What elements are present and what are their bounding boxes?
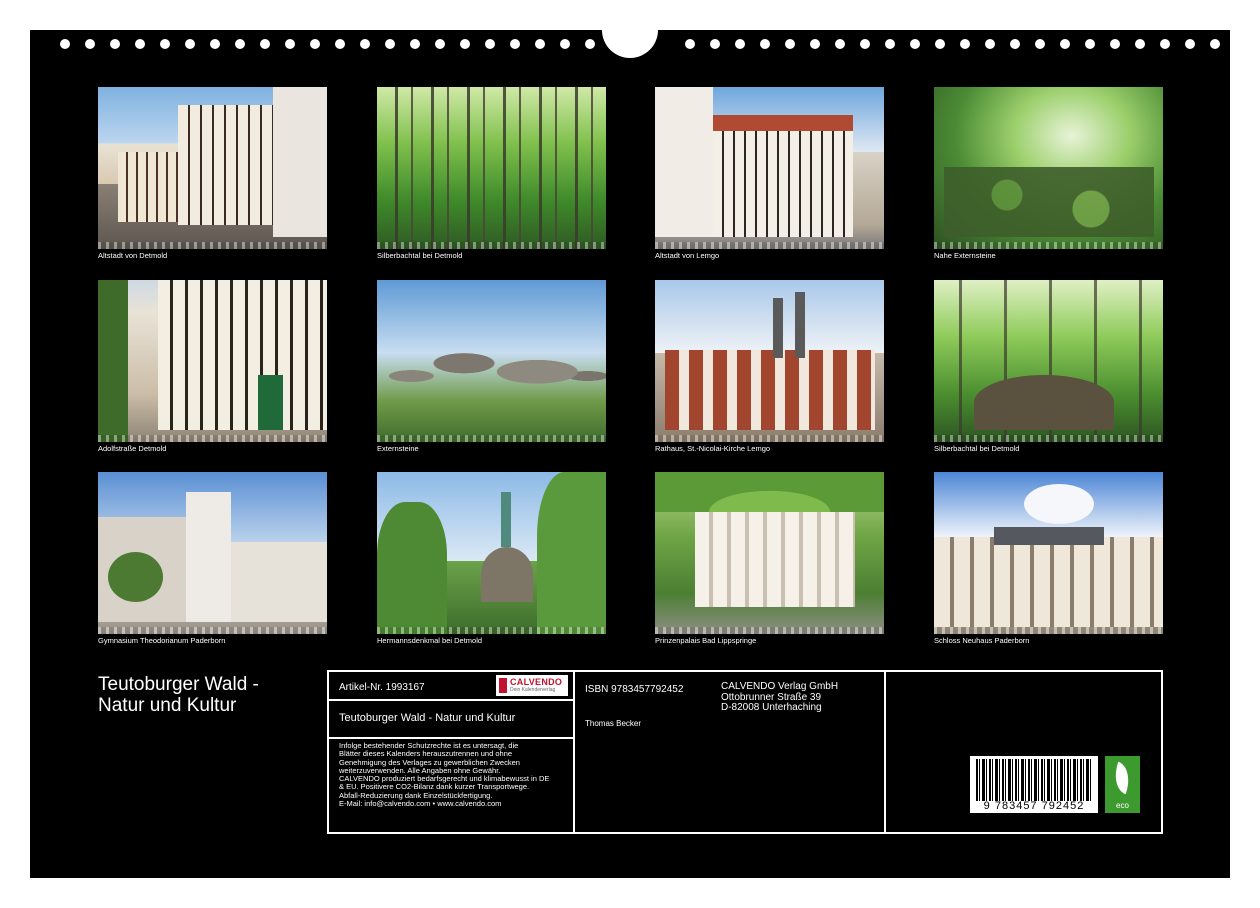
photo-externsteine <box>377 280 606 442</box>
binding-hole <box>1185 39 1195 49</box>
photo-rathaus-lemgo <box>655 280 884 442</box>
binding-hole <box>235 39 245 49</box>
photo-silberbachtal-2 <box>934 280 1163 442</box>
calendar-title-line2: Natur und Kultur <box>98 695 237 716</box>
binding-hole <box>710 39 720 49</box>
binding-hole <box>360 39 370 49</box>
binding-hole <box>110 39 120 49</box>
binding-hole <box>835 39 845 49</box>
binding-hole <box>985 39 995 49</box>
leaf-icon <box>1108 761 1136 795</box>
photo-adolfstrasse <box>98 280 327 442</box>
binding-hole <box>335 39 345 49</box>
eco-badge: eco <box>1105 756 1140 813</box>
photo-caption: Silberbachtal bei Detmold <box>377 251 463 260</box>
calendar-title: Teutoburger Wald - Natur und Kultur <box>98 674 318 716</box>
imprint-box: Artikel-Nr. 1993167 CALVENDO Dein Kalend… <box>327 670 1163 834</box>
binding-hole <box>885 39 895 49</box>
photo-caption: Gymnasium Theodorianum Paderborn <box>98 636 226 645</box>
binding-hole <box>760 39 770 49</box>
binding-hole <box>60 39 70 49</box>
binding-hole <box>1160 39 1170 49</box>
product-title: Teutoburger Wald - Natur und Kultur <box>339 712 516 724</box>
photo-silberbachtal-1 <box>377 87 606 249</box>
binding-hole <box>185 39 195 49</box>
binding-hole <box>1085 39 1095 49</box>
photo-caption: Nahe Externsteine <box>934 251 996 260</box>
photo-hermannsdenkmal <box>377 472 606 634</box>
isbn: ISBN 9783457792452 <box>585 684 684 695</box>
binding-hole <box>535 39 545 49</box>
binding-hole <box>160 39 170 49</box>
binding-hole <box>785 39 795 49</box>
binding-hole <box>935 39 945 49</box>
binding-hole <box>260 39 270 49</box>
binding-hole <box>510 39 520 49</box>
photo-caption: Silberbachtal bei Detmold <box>934 444 1020 453</box>
binding-hole <box>385 39 395 49</box>
author: Thomas Becker <box>585 719 642 728</box>
binding-hole <box>85 39 95 49</box>
photo-caption: Schloss Neuhaus Paderborn <box>934 636 1030 645</box>
binding-hole <box>910 39 920 49</box>
binding-hole <box>560 39 570 49</box>
binding-hole <box>735 39 745 49</box>
calvendo-logo: CALVENDO Dein Kalenderverlag <box>496 675 568 696</box>
binding-hole <box>310 39 320 49</box>
photo-altstadt-detmold <box>98 87 327 249</box>
binding-hole <box>135 39 145 49</box>
ean-barcode: 9 783457 792452 <box>970 756 1098 813</box>
binding-hole <box>435 39 445 49</box>
photo-caption: Adolfstraße Detmold <box>98 444 167 453</box>
publisher-address: CALVENDO Verlag GmbH Ottobrunner Straße … <box>721 681 839 713</box>
calendar-title-line1: Teutoburger Wald - <box>98 674 259 695</box>
binding-hole <box>1110 39 1120 49</box>
binding-hole <box>485 39 495 49</box>
binding-hole <box>685 39 695 49</box>
photo-caption: Externsteine <box>377 444 419 453</box>
photo-caption: Hermannsdenkmal bei Detmold <box>377 636 483 645</box>
binding-hole <box>1210 39 1220 49</box>
photo-altstadt-lemgo <box>655 87 884 249</box>
calendar-back-page: Altstadt von Detmold Silberbachtal bei D… <box>30 28 1230 878</box>
barcode-number: 9 783457 792452 <box>983 800 1085 812</box>
binding-hole <box>585 39 595 49</box>
legal-notice: Infolge bestehender Schutzrechte ist es … <box>339 741 571 809</box>
binding-hole <box>860 39 870 49</box>
photo-caption: Altstadt von Detmold <box>98 251 168 260</box>
photo-prinzenpalais <box>655 472 884 634</box>
photo-caption: Rathaus, St.-Nicolai-Kirche Lemgo <box>655 444 771 453</box>
article-number: Artikel-Nr. 1993167 <box>339 682 425 693</box>
binding-hole <box>410 39 420 49</box>
photo-gymnasium-theodorianum <box>98 472 327 634</box>
photo-schloss-neuhaus <box>934 472 1163 634</box>
binding-hole <box>1035 39 1045 49</box>
binding-hole <box>1135 39 1145 49</box>
binding-hole <box>1060 39 1070 49</box>
photo-caption: Altstadt von Lemgo <box>655 251 720 260</box>
binding-hole <box>1010 39 1020 49</box>
photo-nahe-externsteine <box>934 87 1163 249</box>
binding-hole <box>810 39 820 49</box>
binding-hole <box>960 39 970 49</box>
photo-caption: Prinzenpalais Bad Lippspringe <box>655 636 757 645</box>
binding-hole <box>210 39 220 49</box>
legal-line: E-Mail: info@calvendo.com • www.calvendo… <box>339 799 502 809</box>
calvendo-logo-icon <box>499 678 507 693</box>
barcode-bars <box>976 759 1092 801</box>
binding-hole <box>460 39 470 49</box>
binding-hole <box>285 39 295 49</box>
